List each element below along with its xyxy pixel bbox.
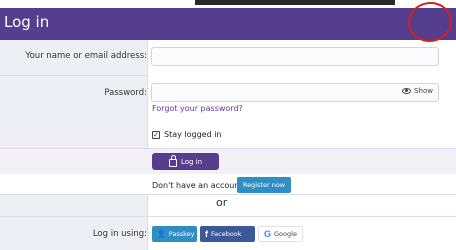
password-input[interactable]: Show xyxy=(151,83,439,102)
google-icon: G xyxy=(264,229,272,239)
row-divider xyxy=(0,75,148,76)
top-strip xyxy=(0,0,456,8)
facebook-button[interactable]: f Facebook xyxy=(200,226,255,242)
or-separator: or xyxy=(216,196,228,209)
eye-icon xyxy=(402,88,412,94)
passkey-button[interactable]: 👤 Passkey xyxy=(152,226,197,242)
username-input[interactable] xyxy=(151,47,439,66)
facebook-icon: f xyxy=(205,229,208,239)
google-button[interactable]: G Google xyxy=(258,226,303,242)
forgot-password-link[interactable]: Forgot your password? xyxy=(152,104,243,113)
social-login-label: Log in using: xyxy=(92,229,147,239)
username-label: Your name or email address: xyxy=(25,51,147,61)
login-header: Log in xyxy=(0,8,456,40)
login-button-row xyxy=(0,148,456,174)
or-divider-bottom xyxy=(0,216,456,217)
login-button[interactable]: Log in xyxy=(152,153,219,170)
or-divider-top xyxy=(0,194,456,195)
google-label: Google xyxy=(274,230,297,238)
top-dark-bar xyxy=(195,0,395,5)
stay-logged-in-label: Stay logged in xyxy=(164,130,222,139)
stay-logged-in-checkbox[interactable]: ✓ xyxy=(152,131,160,139)
password-label: Password: xyxy=(104,88,147,98)
lock-icon xyxy=(168,154,177,167)
register-prompt: Don't have an account? xyxy=(152,181,247,190)
passkey-icon: 👤 xyxy=(157,230,166,238)
show-label: Show xyxy=(414,87,433,95)
login-button-label: Log in xyxy=(180,157,203,166)
passkey-label: Passkey xyxy=(168,230,195,238)
page-title: Log in xyxy=(4,13,50,31)
label-column xyxy=(0,40,148,250)
facebook-label: Facebook xyxy=(211,230,242,238)
show-password-button[interactable]: Show xyxy=(402,87,433,95)
register-now-button[interactable]: Register now xyxy=(237,177,291,193)
